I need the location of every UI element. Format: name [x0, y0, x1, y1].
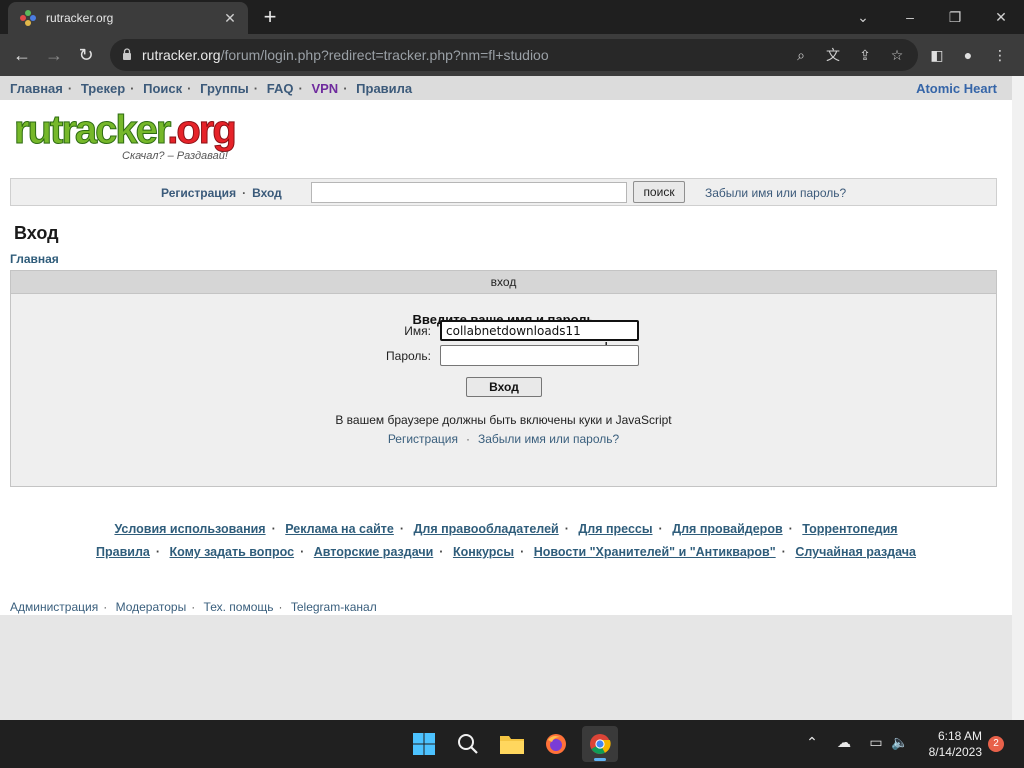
- restore-button[interactable]: ❐: [940, 5, 970, 29]
- nav-vpn[interactable]: VPN: [311, 81, 338, 96]
- link-admin[interactable]: Администрация: [10, 600, 98, 614]
- clock-date: 8/14/2023: [928, 745, 982, 759]
- footer-rightholders[interactable]: Для правообладателей: [414, 522, 559, 536]
- active-app-indicator: [594, 758, 606, 761]
- tab-search-icon[interactable]: ⌄: [848, 5, 878, 29]
- browser-tab-strip: rutracker.org ✕ + ⌄ – ❐ ✕: [0, 0, 1024, 34]
- link-moderators[interactable]: Модераторы: [116, 600, 187, 614]
- link-telegram[interactable]: Telegram-канал: [291, 600, 377, 614]
- page-scrollbar[interactable]: [1012, 76, 1024, 720]
- browser-toolbar: ← → ↻ rutracker.org/forum/login.php?redi…: [0, 34, 1024, 76]
- forgot-password-link-bottom[interactable]: Забыли имя или пароль?: [478, 432, 619, 446]
- translate-icon[interactable]: 文: [824, 46, 842, 64]
- promo-link[interactable]: Atomic Heart: [916, 81, 997, 96]
- page-title: Вход: [14, 223, 59, 243]
- site-logo[interactable]: rutracker.org Скачал? – Раздавай!: [13, 108, 254, 168]
- footer-providers[interactable]: Для провайдеров: [672, 522, 782, 536]
- link-support[interactable]: Тех. помощь: [204, 600, 274, 614]
- nav-faq[interactable]: FAQ: [267, 81, 294, 96]
- footer-press[interactable]: Для прессы: [578, 522, 652, 536]
- footer-links-row-2: Правила · Кому задать вопрос · Авторские р…: [96, 545, 916, 559]
- search-button[interactable]: поиск: [633, 181, 685, 203]
- volume-icon[interactable]: 🔈: [890, 734, 910, 751]
- firefox-button[interactable]: [538, 726, 574, 762]
- profile-avatar-icon[interactable]: ●: [958, 45, 978, 65]
- page-viewport: Главная · Трекер · Поиск · Группы · FAQ · VPN…: [0, 76, 1024, 720]
- side-panel-icon[interactable]: ◧: [927, 45, 947, 65]
- username-input[interactable]: collabnetdownloads11: [440, 320, 639, 341]
- nav-tracker[interactable]: Трекер: [81, 81, 125, 96]
- forward-button[interactable]: →: [42, 43, 66, 67]
- search-bar: Регистрация · Вход поиск Забыли имя или па…: [10, 178, 997, 206]
- password-label: Пароль:: [386, 349, 431, 363]
- chrome-icon: [590, 734, 611, 755]
- clock-time: 6:18 AM: [937, 729, 982, 743]
- windows-logo-icon: [413, 733, 435, 755]
- lock-icon: [123, 48, 131, 60]
- login-submit-button[interactable]: Вход: [466, 377, 542, 397]
- forgot-password-link[interactable]: Забыли имя или пароль?: [705, 186, 846, 200]
- page-bottom-band: [0, 615, 1012, 720]
- show-hidden-icons-chevron-icon[interactable]: ⌃: [802, 734, 822, 751]
- chrome-button[interactable]: [582, 726, 618, 762]
- start-button[interactable]: [406, 726, 442, 762]
- footer-random[interactable]: Случайная раздача: [795, 545, 916, 559]
- search-icon: [458, 734, 478, 754]
- nav-search[interactable]: Поиск: [143, 81, 182, 96]
- address-bar[interactable]: rutracker.org/forum/login.php?redirect=t…: [110, 39, 918, 71]
- footer-torrentopedia[interactable]: Торрентопедия: [802, 522, 897, 536]
- new-tab-button[interactable]: +: [258, 5, 282, 29]
- cookies-note: В вашем браузере должны быть включены ку…: [335, 413, 672, 427]
- back-button[interactable]: ←: [10, 43, 34, 67]
- windows-taskbar: ⌃ ☁ ▭ 🔈 6:18 AM 8/14/2023 2: [0, 720, 1024, 768]
- onedrive-cloud-icon[interactable]: ☁: [834, 734, 854, 751]
- bookmark-star-icon[interactable]: ☆: [888, 46, 906, 64]
- tab-close-icon[interactable]: ✕: [220, 10, 240, 27]
- logo-slogan: Скачал? – Раздавай!: [122, 150, 228, 162]
- breadcrumb-home[interactable]: Главная: [10, 252, 59, 266]
- nav-rules[interactable]: Правила: [356, 81, 412, 96]
- footer-terms[interactable]: Условия использования: [114, 522, 265, 536]
- register-link-bottom[interactable]: Регистрация: [388, 432, 458, 446]
- share-icon[interactable]: ⇪: [856, 46, 874, 64]
- system-clock[interactable]: 6:18 AM 8/14/2023: [912, 728, 982, 760]
- nav-groups[interactable]: Группы: [200, 81, 249, 96]
- login-header: вход: [11, 271, 996, 294]
- close-window-button[interactable]: ✕: [986, 5, 1016, 29]
- footer-links-row-1: Условия использования · Реклама на сайте ·…: [114, 522, 898, 536]
- folder-icon: [500, 736, 524, 754]
- login-link[interactable]: Вход: [252, 186, 282, 200]
- username-label: Имя:: [404, 324, 431, 338]
- taskbar-search-button[interactable]: [450, 726, 486, 762]
- minimize-button[interactable]: –: [895, 5, 925, 29]
- bottom-links: Администрация · Модераторы · Тех. помощь · …: [10, 600, 377, 614]
- top-navigation: Главная · Трекер · Поиск · Группы · FAQ · VPN…: [0, 76, 1012, 100]
- firefox-icon: [546, 734, 566, 754]
- password-input[interactable]: [440, 345, 639, 366]
- search-input[interactable]: [311, 182, 627, 203]
- footer-ads[interactable]: Реклама на сайте: [285, 522, 394, 536]
- footer-rules[interactable]: Правила: [96, 545, 150, 559]
- notification-badge[interactable]: 2: [988, 736, 1004, 752]
- rutracker-favicon-icon: [20, 10, 36, 26]
- chrome-menu-icon[interactable]: ⋮: [990, 45, 1010, 65]
- footer-author-releases[interactable]: Авторские раздачи: [314, 545, 434, 559]
- nav-home[interactable]: Главная: [10, 81, 63, 96]
- footer-ask[interactable]: Кому задать вопрос: [170, 545, 295, 559]
- footer-contests[interactable]: Конкурсы: [453, 545, 514, 559]
- network-icon[interactable]: ▭: [866, 734, 886, 751]
- search-lens-icon[interactable]: ⌕: [792, 46, 810, 64]
- browser-tab[interactable]: rutracker.org ✕: [8, 2, 248, 34]
- file-explorer-button[interactable]: [494, 726, 530, 762]
- login-form: вход Введите ваше имя и пароль Имя: coll…: [10, 270, 997, 487]
- register-link[interactable]: Регистрация: [161, 186, 236, 200]
- reload-button[interactable]: ↻: [74, 43, 98, 67]
- footer-news[interactable]: Новости "Хранителей" и "Антикваров": [534, 545, 776, 559]
- tab-title: rutracker.org: [46, 11, 114, 25]
- url-text: rutracker.org/forum/login.php?redirect=t…: [142, 47, 549, 63]
